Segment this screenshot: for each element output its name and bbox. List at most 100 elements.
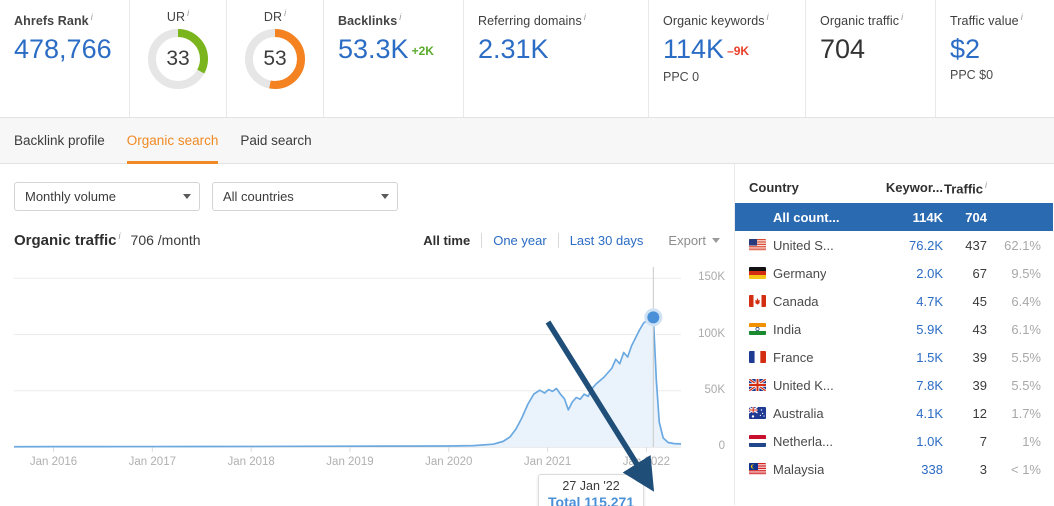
keywords-cell[interactable]: 1.5K <box>885 350 943 365</box>
table-row[interactable]: Australia 4.1K 12 1.7% <box>735 399 1053 427</box>
keywords-cell[interactable]: 7.8K <box>885 378 943 393</box>
range-one-year[interactable]: One year <box>481 233 557 248</box>
metric-label: UR i <box>166 8 190 25</box>
country-select[interactable]: All countries <box>212 182 398 211</box>
gauge-ring: 33 <box>146 27 210 91</box>
country-name: Canada <box>773 293 819 309</box>
chevron-down-icon <box>712 238 720 243</box>
info-icon[interactable]: i <box>399 12 401 22</box>
country-name: Germany <box>773 265 827 281</box>
tooltip-total: Total 115,271 <box>548 494 635 506</box>
x-axis-tick: Jan 2022 <box>622 456 671 468</box>
flag-icon-nl <box>749 435 766 448</box>
metric-delta: +2K <box>411 44 434 59</box>
table-row[interactable]: All count... 114K 704 <box>735 203 1053 232</box>
filter-controls: Monthly volume All countries <box>0 164 734 211</box>
tab-paid-search[interactable]: Paid search <box>240 118 311 164</box>
country-name: Australia <box>773 405 824 421</box>
table-row[interactable]: United S... 76.2K 437 62.1% <box>735 231 1053 259</box>
keywords-cell[interactable]: 338 <box>885 462 943 477</box>
country-cell: Australia <box>749 406 885 421</box>
tab-backlink-profile[interactable]: Backlink profile <box>14 118 105 164</box>
percent-cell: < 1% <box>1011 461 1041 477</box>
country-cell: United S... <box>749 238 885 253</box>
country-name: United S... <box>773 237 834 253</box>
info-icon[interactable]: i <box>584 12 586 22</box>
info-icon[interactable]: i <box>767 12 769 22</box>
info-icon[interactable]: i <box>284 8 286 18</box>
traffic-cell: 12 <box>972 405 987 421</box>
column-header-keywords[interactable]: Keywor... <box>885 180 943 196</box>
info-icon[interactable]: i <box>1021 12 1023 22</box>
keywords-cell[interactable]: 2.0K <box>885 266 943 281</box>
metric-organic-traffic: Organic traffic i 704 <box>806 0 936 117</box>
metric-value: 478,766 <box>14 34 112 65</box>
organic-traffic-chart[interactable]: 0 50K 100K 150K Jan 2016 Jan 2017 Jan 2018 Jan … <box>0 261 735 473</box>
x-axis-tick: Jan 2020 <box>425 456 473 468</box>
keywords-cell[interactable]: 1.0K <box>885 434 943 449</box>
metric-label: Backlinks i <box>338 12 402 29</box>
info-icon[interactable]: i <box>91 12 93 22</box>
country-select-value: All countries <box>223 189 294 204</box>
traffic-cell: 39 <box>972 349 987 365</box>
table-row[interactable]: Germany 2.0K 67 9.5% <box>735 259 1053 287</box>
country-cell: Netherla... <box>749 434 885 449</box>
metric-organic-keywords: Organic keywords i 114K –9K PPC 0 <box>649 0 806 117</box>
table-row[interactable]: Canada 4.7K 45 6.4% <box>735 287 1053 315</box>
country-cell: Germany <box>749 266 885 281</box>
country-name: Malaysia <box>773 461 825 477</box>
flag-icon-my <box>749 463 766 476</box>
percent-cell: 9.5% <box>1011 265 1041 281</box>
info-icon[interactable]: i <box>187 8 189 18</box>
table-row[interactable]: United K... 7.8K 39 5.5% <box>735 371 1053 399</box>
traffic-cell: 704 <box>965 209 987 225</box>
y-axis-tick: 100K <box>698 327 725 340</box>
metric-dr: DR i 53 <box>227 0 324 117</box>
y-axis-tick: 0 <box>718 440 725 452</box>
table-header-row: Country Keywor... Traffic i <box>735 180 1053 203</box>
country-name: France <box>773 349 814 365</box>
country-cell: Malaysia <box>749 462 885 477</box>
country-name: India <box>773 321 802 337</box>
volume-select[interactable]: Monthly volume <box>14 182 200 211</box>
table-row[interactable]: India 5.9K 43 6.1% <box>735 315 1053 343</box>
country-name: United K... <box>773 377 834 393</box>
metric-delta: –9K <box>727 44 750 59</box>
export-button[interactable]: Export <box>668 233 720 248</box>
percent-cell: 6.1% <box>1011 321 1041 337</box>
metric-subvalue: PPC 0 <box>663 70 700 85</box>
column-header-country[interactable]: Country <box>749 180 885 196</box>
keywords-cell[interactable]: 76.2K <box>885 238 943 253</box>
range-all-time[interactable]: All time <box>412 233 481 248</box>
country-table-pane: Country Keywor... Traffic i All count... 1… <box>735 164 1053 505</box>
gauge-ring: 53 <box>243 27 307 91</box>
country-name: All count... <box>773 209 840 225</box>
metric-subvalue: PPC $0 <box>950 68 994 83</box>
country-name: Netherla... <box>773 433 833 449</box>
traffic-cell: 3 <box>979 461 987 477</box>
y-axis-tick: 50K <box>704 383 725 396</box>
chart-tooltip: 27 Jan '22 Total 115,271 <box>538 474 645 506</box>
metric-value: 2.31K <box>478 34 549 65</box>
keywords-cell[interactable]: 4.1K <box>885 406 943 421</box>
table-body: All count... 114K 704 United S... 76.2K 437 62… <box>735 203 1053 483</box>
tooltip-date: 27 Jan '22 <box>562 479 620 493</box>
table-row[interactable]: Netherla... 1.0K 7 1% <box>735 427 1053 455</box>
table-row[interactable]: France 1.5K 39 5.5% <box>735 343 1053 371</box>
keywords-cell[interactable]: 4.7K <box>885 294 943 309</box>
flag-icon-ca <box>749 295 766 308</box>
keywords-cell[interactable]: 114K <box>885 210 943 225</box>
flag-placeholder <box>749 211 766 223</box>
info-icon[interactable]: i <box>119 231 121 241</box>
tab-organic-search[interactable]: Organic search <box>126 118 218 164</box>
flag-icon-fr <box>749 351 766 364</box>
table-row[interactable]: Malaysia 338 3 < 1% <box>735 455 1053 483</box>
column-header-traffic[interactable]: Traffic i <box>943 180 987 196</box>
percent-cell: 6.4% <box>1011 293 1041 309</box>
info-icon[interactable]: i <box>901 12 903 22</box>
flag-icon-us <box>749 239 766 252</box>
keywords-cell[interactable]: 5.9K <box>885 322 943 337</box>
x-axis-tick: Jan 2017 <box>128 456 176 468</box>
country-cell: France <box>749 350 885 365</box>
range-last-30-days[interactable]: Last 30 days <box>557 233 655 248</box>
